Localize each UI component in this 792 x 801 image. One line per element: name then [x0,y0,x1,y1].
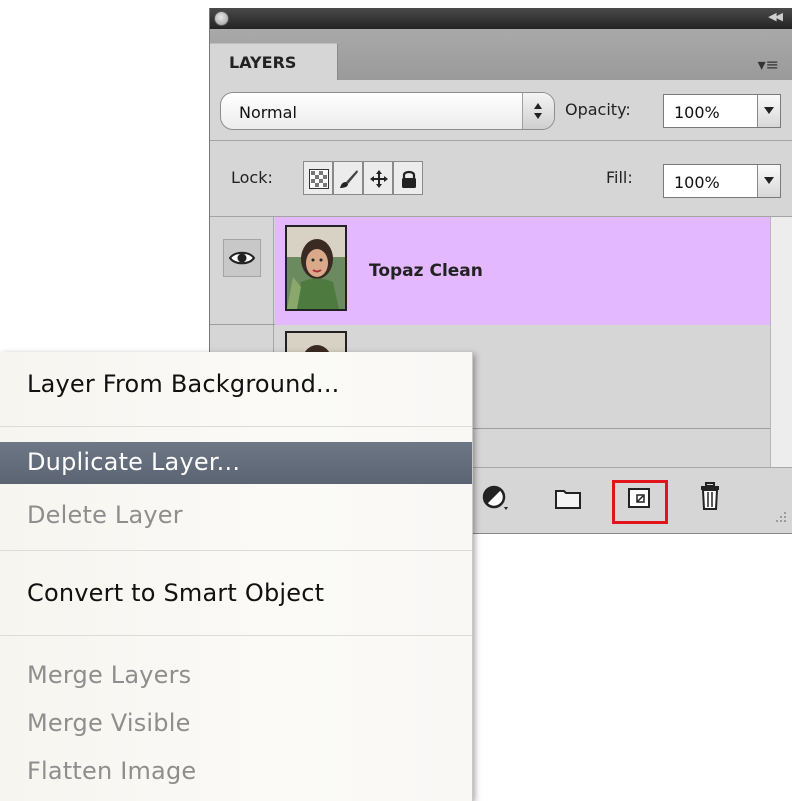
menu-separator [0,635,472,636]
panel-tab-row: LAYERS ▾≡ [210,29,792,81]
panel-titlebar: ◀◀ [210,8,792,29]
fill-field[interactable]: 100% [663,164,781,198]
transparency-lock-icon[interactable] [303,161,333,195]
layer-row[interactable]: Topaz Clean [210,217,770,325]
menu-separator [0,426,472,427]
eye-icon[interactable] [223,239,261,277]
layer-name[interactable]: Topaz Clean [369,261,483,281]
layer-selection-highlight [275,217,770,325]
resize-grip-icon[interactable] [773,508,787,527]
scrollbar[interactable] [770,217,792,467]
collapse-icon[interactable]: ◀◀ [768,10,783,23]
dropdown-arrow-icon[interactable] [757,95,780,127]
menu-item-merge-layers[interactable]: Merge Layers [0,655,472,695]
brush-lock-icon[interactable] [333,161,363,195]
menu-item-label: Flatten Image [27,757,197,785]
close-icon[interactable] [214,11,229,26]
menu-item-label: Merge Visible [27,709,191,737]
lock-label: Lock: [231,168,273,187]
visibility-cell [210,217,274,324]
opacity-label: Opacity: [565,100,631,119]
menu-item-layer-from-background[interactable]: Layer From Background... [0,364,472,404]
menu-item-label: Layer From Background... [27,370,340,398]
trash-icon[interactable] [700,482,720,514]
updown-arrows-icon[interactable] [522,93,554,129]
dropdown-arrow-icon[interactable] [757,165,780,197]
blend-row: Normal Opacity: 100% [210,80,792,141]
menu-item-label: Duplicate Layer... [27,448,241,476]
menu-item-flatten-image[interactable]: Flatten Image [0,751,472,791]
fill-label: Fill: [606,168,633,187]
menu-item-delete-layer[interactable]: Delete Layer [0,495,472,535]
menu-item-duplicate-layer[interactable]: Duplicate Layer... [0,442,472,484]
tab-layers-label: LAYERS [229,53,297,72]
menu-item-merge-visible[interactable]: Merge Visible [0,703,472,743]
layer-context-menu: Layer From Background... Duplicate Layer… [0,352,473,801]
opacity-value: 100% [674,103,720,122]
menu-item-label: Delete Layer [27,501,183,529]
blend-mode-select[interactable]: Normal [220,92,555,130]
menu-item-convert-to-smart-object[interactable]: Convert to Smart Object [0,573,472,613]
menu-separator [0,550,472,551]
opacity-field[interactable]: 100% [663,94,781,128]
layer-thumbnail[interactable] [285,225,347,311]
adjustment-layer-icon[interactable] [482,485,510,515]
panel-menu-icon[interactable]: ▾≡ [758,55,779,74]
menu-item-label: Convert to Smart Object [27,579,325,607]
folder-icon[interactable] [555,487,581,513]
tab-layers[interactable]: LAYERS [210,43,338,80]
move-lock-icon[interactable] [363,161,393,195]
menu-item-label: Merge Layers [27,661,192,689]
fill-value: 100% [674,173,720,192]
lock-row: Lock: Fill: 100% [210,141,792,217]
blend-mode-value: Normal [239,103,297,122]
new-layer-highlight-box [612,480,668,524]
padlock-icon[interactable] [393,161,423,195]
